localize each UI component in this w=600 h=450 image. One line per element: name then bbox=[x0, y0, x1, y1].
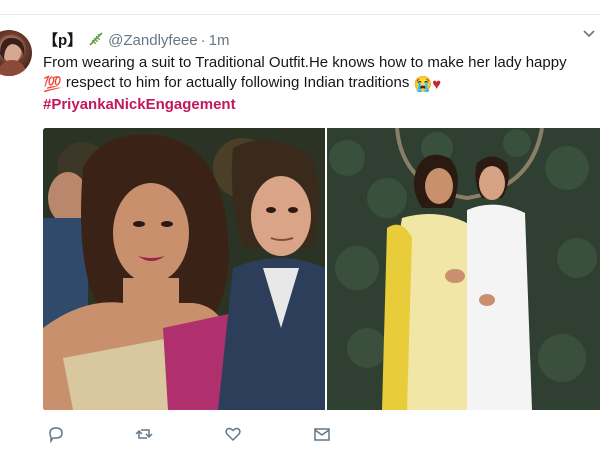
retweet-icon[interactable] bbox=[135, 425, 153, 443]
user-handle[interactable]: @Zandlyfeee bbox=[108, 32, 197, 49]
tweet-header: 【p】 @Zandlyfeee · 1m bbox=[43, 31, 229, 50]
display-name[interactable]: 【p】 bbox=[43, 32, 82, 49]
tweet-actions bbox=[45, 425, 345, 445]
tweet-text: From wearing a suit to Traditional Outfi… bbox=[43, 53, 599, 115]
photo-left-image bbox=[43, 128, 325, 410]
tweet-text-line1: From wearing a suit to Traditional Outfi… bbox=[43, 54, 567, 71]
leaf-icon bbox=[89, 32, 103, 46]
hundred-emoji: 💯 bbox=[43, 76, 62, 93]
separator-dot: · bbox=[200, 32, 206, 49]
photo-left[interactable] bbox=[43, 128, 325, 410]
photo-right-image bbox=[327, 128, 600, 410]
tweet-media[interactable] bbox=[43, 128, 600, 410]
photo-right[interactable] bbox=[327, 128, 600, 410]
heart-icon[interactable] bbox=[224, 425, 242, 443]
hashtag-link[interactable]: #PriyankaNickEngagement bbox=[43, 96, 236, 113]
tweet-text-line2-body: respect to him for actually following In… bbox=[65, 74, 410, 91]
crying-emoji: 😭 bbox=[413, 76, 433, 93]
reply-icon[interactable] bbox=[47, 425, 65, 443]
tweet-text-line2: 💯 respect to him for actually following … bbox=[43, 73, 599, 95]
chevron-down-icon[interactable] bbox=[582, 27, 596, 41]
timestamp[interactable]: 1m bbox=[209, 32, 230, 49]
envelope-icon[interactable] bbox=[313, 425, 331, 443]
heart-emoji: ♥ bbox=[432, 76, 442, 93]
top-divider bbox=[0, 14, 600, 15]
avatar-image bbox=[0, 37, 28, 76]
avatar[interactable] bbox=[0, 30, 32, 76]
